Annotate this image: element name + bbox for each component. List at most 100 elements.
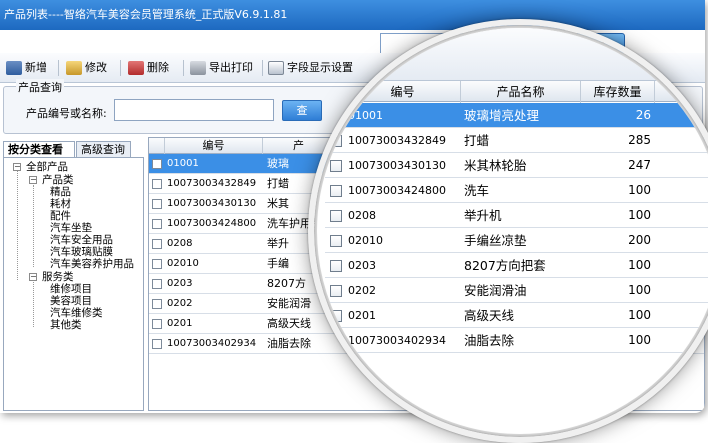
tree-node-item[interactable]: 汽车安全用品 — [50, 235, 113, 246]
row-checkbox[interactable] — [330, 260, 342, 272]
tree-node-item[interactable]: 汽车维修类 — [50, 308, 103, 319]
row-checkbox[interactable] — [152, 279, 162, 289]
tree-node-item[interactable]: 汽车玻璃贴膜 — [50, 247, 113, 258]
tree-node-products[interactable]: 产品类 — [42, 175, 74, 186]
zoom-header-stock[interactable]: 库存数量 — [581, 81, 655, 103]
add-button[interactable]: 新增 — [6, 59, 47, 77]
row-checkbox[interactable] — [330, 335, 342, 347]
print-icon — [190, 61, 206, 75]
row-code: 01001 — [167, 158, 199, 169]
row-checkbox[interactable] — [330, 285, 342, 297]
row-stock: 26 — [635, 108, 651, 122]
toolbar-separator — [120, 60, 121, 76]
export-print-label: 导出打印 — [209, 61, 253, 74]
row-checkbox[interactable] — [152, 159, 162, 169]
zoom-table-row[interactable]: 10073003424800 洗车 100 — [325, 178, 708, 203]
row-code: 0208 — [167, 238, 193, 249]
zoom-header-name[interactable]: 产品名称 — [461, 81, 581, 103]
category-tree: − 全部产品 − 产品类 精品 耗材 配件 汽车坐垫 汽车安全用品 汽车玻璃贴膜… — [3, 157, 144, 411]
row-checkbox[interactable] — [330, 235, 342, 247]
grid-header-code[interactable]: 编号 — [165, 138, 263, 154]
row-checkbox[interactable] — [330, 210, 342, 222]
zoom-header-extra[interactable]: 进 — [655, 81, 708, 103]
row-checkbox[interactable] — [330, 160, 342, 172]
screenshot-stage: 产品列表----智络汽车美容会员管理系统_正式版V6.9.1.81 查询 产品 … — [0, 0, 708, 443]
tab-advanced-query[interactable]: 高级查询 — [76, 141, 131, 158]
query-label: 产品编号或名称: — [26, 107, 107, 120]
row-code: 10073003424800 — [167, 218, 257, 229]
zoom-table-row[interactable]: 01001 玻璃增亮处理 26 — [325, 103, 708, 128]
edit-icon — [66, 61, 82, 75]
tree-node-item[interactable]: 耗材 — [50, 199, 71, 210]
row-name: 高级天线 — [464, 308, 515, 323]
zoom-table-row[interactable]: 0202 安能润滑油 100 — [325, 278, 708, 303]
tree-collapse-icon[interactable]: − — [13, 163, 21, 171]
tree-collapse-icon[interactable]: − — [29, 273, 37, 281]
export-print-button[interactable]: 导出打印 — [190, 59, 253, 77]
magnifier-toolbar-band — [317, 28, 708, 80]
zoom-table-row[interactable]: 10073003432849 打蜡 285 — [325, 128, 708, 153]
zoom-table-row[interactable]: 10073003430130 米其林轮胎 247 — [325, 153, 708, 178]
product-code-name-input[interactable] — [114, 99, 274, 121]
row-code: 10073003432849 — [348, 134, 446, 147]
zoom-table-row[interactable]: 10073003402934 油脂去除 100 — [325, 328, 708, 353]
tree-node-item[interactable]: 配件 — [50, 211, 71, 222]
row-name: 手编丝凉垫 — [464, 233, 527, 248]
row-checkbox[interactable] — [330, 110, 342, 122]
row-stock: 247 — [628, 158, 651, 172]
row-checkbox[interactable] — [152, 179, 162, 189]
row-name: 米其林轮胎 — [464, 158, 527, 173]
row-name: 油脂去除 — [464, 333, 515, 348]
row-checkbox[interactable] — [152, 319, 162, 329]
toolbar-separator — [262, 60, 263, 76]
tree-node-item[interactable]: 精品 — [50, 187, 71, 198]
row-code: 10073003402934 — [348, 334, 446, 347]
zoom-header-code[interactable]: 编号 — [345, 81, 461, 103]
tree-node-item[interactable]: 汽车坐垫 — [50, 223, 92, 234]
row-checkbox[interactable] — [152, 339, 162, 349]
search-button[interactable]: 查 — [282, 100, 322, 121]
row-stock: 100 — [628, 183, 651, 197]
row-checkbox[interactable] — [152, 259, 162, 269]
zoom-table-row[interactable]: 0208 举升机 100 — [325, 203, 708, 228]
row-code: 0203 — [348, 259, 376, 272]
row-code: 0202 — [167, 298, 193, 309]
tree-collapse-icon[interactable]: − — [29, 176, 37, 184]
tree-connector — [17, 171, 18, 280]
delete-button[interactable]: 删除 — [128, 59, 169, 77]
row-checkbox[interactable] — [330, 185, 342, 197]
tree-node-services[interactable]: 服务类 — [42, 272, 74, 283]
magnifier-lens: 编号 产品名称 库存数量 进 01001 玻璃增亮处理 26 100730034328… — [314, 25, 708, 437]
edit-button[interactable]: 修改 — [66, 59, 107, 77]
tree-node-item[interactable]: 美容项目 — [50, 296, 92, 307]
tree-node-root[interactable]: 全部产品 — [26, 162, 68, 173]
zoom-table-row[interactable]: 02010 手编丝凉垫 200 — [325, 228, 708, 253]
row-checkbox[interactable] — [152, 239, 162, 249]
row-code: 0201 — [167, 318, 193, 329]
row-checkbox[interactable] — [152, 199, 162, 209]
zoom-table-row[interactable]: 0203 8207方向把套 100 — [325, 253, 708, 278]
row-code: 10073003430130 — [348, 159, 446, 172]
row-name: 举升机 — [464, 208, 502, 223]
row-code: 0203 — [167, 278, 193, 289]
row-stock: 285 — [628, 133, 651, 147]
row-name: 打蜡 — [464, 133, 490, 148]
row-stock: 100 — [628, 258, 651, 272]
tree-node-item[interactable]: 维修项目 — [50, 284, 92, 295]
row-name: 8207方向把套 — [464, 258, 546, 273]
zoom-table-row[interactable]: 0201 高级天线 100 — [325, 303, 708, 328]
zoom-grid-header: 编号 产品名称 库存数量 进 — [325, 80, 708, 103]
row-checkbox[interactable] — [330, 135, 342, 147]
tree-node-item[interactable]: 汽车美容养护用品 — [50, 259, 134, 270]
toolbar-separator — [58, 60, 59, 76]
row-stock: 100 — [628, 283, 651, 297]
row-code: 10073003424800 — [348, 184, 446, 197]
row-checkbox[interactable] — [152, 219, 162, 229]
row-checkbox[interactable] — [152, 299, 162, 309]
tree-connector — [33, 282, 34, 327]
toolbar-separator — [183, 60, 184, 76]
row-checkbox[interactable] — [330, 310, 342, 322]
tree-node-item[interactable]: 其他类 — [50, 320, 82, 331]
row-stock: 100 — [628, 208, 651, 222]
row-code: 0208 — [348, 209, 376, 222]
